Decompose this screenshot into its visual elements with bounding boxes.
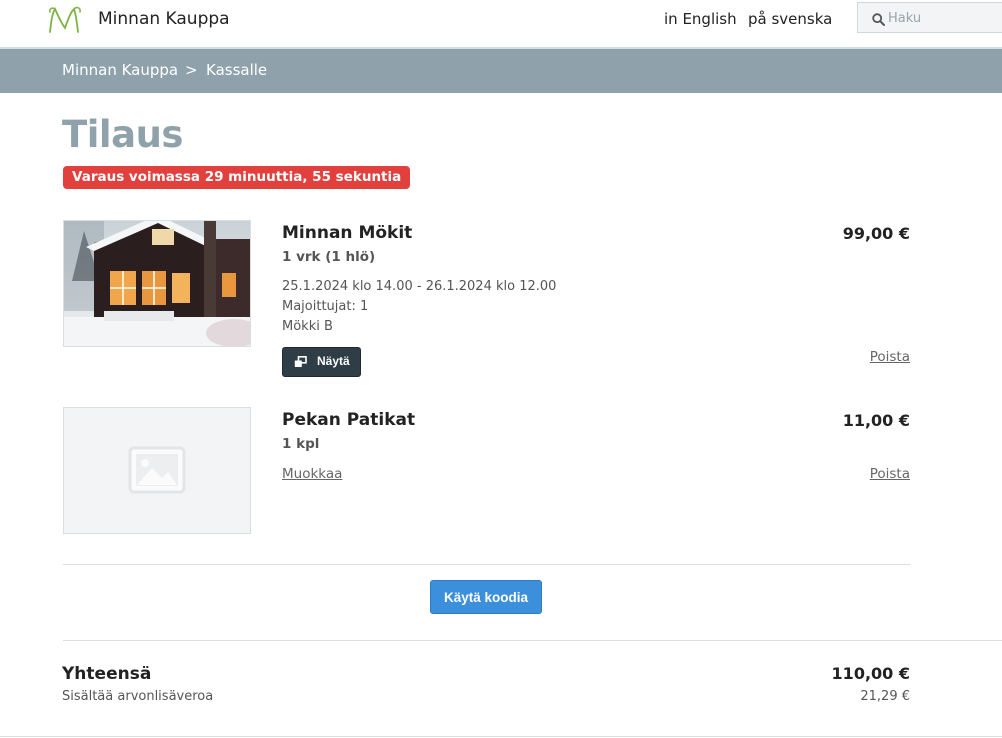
placeholder-product-image	[63, 407, 251, 534]
breadcrumb-home-link[interactable]: Minnan Kauppa	[62, 61, 178, 79]
edit-link-hiking[interactable]: Muokkaa	[282, 466, 342, 482]
show-button-label: Näytä	[317, 354, 350, 368]
cabin-product-image	[63, 220, 251, 347]
lang-swedish-link[interactable]: på svenska	[748, 10, 832, 28]
breadcrumb: Minnan Kauppa > Kassalle	[0, 49, 1002, 93]
image-placeholder-icon	[128, 446, 186, 494]
item-price-hiking: 11,00 €	[842, 411, 910, 430]
item-dates: 25.1.2024 klo 14.00 - 26.1.2024 klo 12.0…	[282, 279, 557, 294]
top-header: Minnan Kauppa in English på svenska	[0, 0, 1002, 49]
cabin-photo	[64, 221, 250, 346]
remove-link-cabins[interactable]: Poista	[870, 349, 910, 365]
search-box[interactable]	[857, 2, 1002, 33]
shop-name-link[interactable]: Minnan Kauppa	[98, 9, 230, 29]
reservation-timer-badge: Varaus voimassa 29 minuuttia, 55 sekunti…	[63, 166, 411, 189]
breadcrumb-current[interactable]: Kassalle	[206, 61, 267, 79]
shop-logo-icon[interactable]	[47, 5, 87, 35]
vat-label: Sisältää arvonlisäveroa	[62, 689, 214, 704]
divider-bottom	[0, 736, 1002, 737]
vat-amount: 21,29 €	[860, 689, 910, 704]
search-input[interactable]	[888, 8, 998, 28]
total-label: Yhteensä	[62, 664, 152, 684]
divider-items	[63, 564, 910, 565]
item-price-cabins: 99,00 €	[842, 224, 910, 243]
window-restore-icon	[294, 356, 307, 367]
page-title: Tilaus	[62, 113, 183, 156]
divider-totals	[63, 640, 1002, 641]
item-quantity-hiking: 1 kpl	[282, 436, 320, 452]
item-cabin: Mökki B	[282, 319, 333, 334]
item-guests: Majoittujat: 1	[282, 299, 369, 314]
item-name-cabins: Minnan Mökit	[282, 223, 413, 243]
lang-english-link[interactable]: in English	[664, 10, 737, 28]
search-icon	[872, 13, 885, 26]
total-price: 110,00 €	[831, 664, 910, 683]
remove-link-hiking[interactable]: Poista	[870, 466, 910, 482]
item-name-hiking: Pekan Patikat	[282, 410, 416, 430]
breadcrumb-separator: >	[185, 61, 198, 79]
use-code-button[interactable]: Käytä koodia	[430, 580, 542, 614]
item-quantity-cabins: 1 vrk (1 hlö)	[282, 249, 376, 265]
show-button[interactable]: Näytä	[282, 347, 361, 377]
